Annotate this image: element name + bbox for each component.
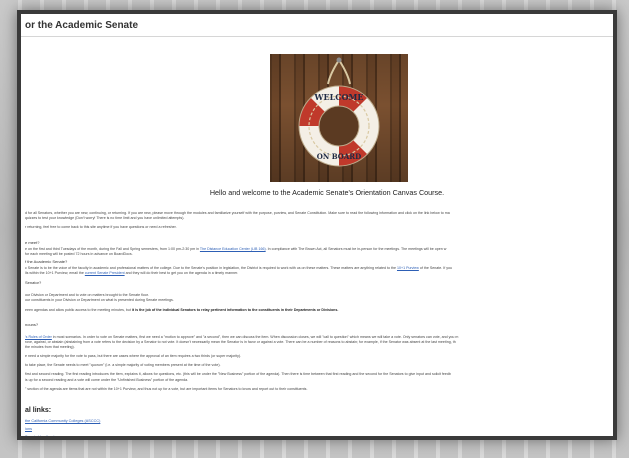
page-title: or the Academic Senate: [25, 20, 139, 31]
title-divider: [21, 36, 613, 37]
ions-link[interactable]: ions: [25, 427, 32, 431]
rules-line-8: " section of the agenda are items that a…: [25, 387, 308, 391]
senate-president-link[interactable]: current Senate President: [85, 271, 125, 275]
distance-ed-center-link[interactable]: The Distance Education Center (LIB 166): [200, 247, 266, 251]
rules-line-2: rove, against, or abstain (abstaining fr…: [25, 340, 456, 344]
section-heading-rules: nouns?: [25, 322, 39, 327]
ring-text-bottom: ON BOARD: [317, 152, 361, 161]
ring-text-top: WELCOME: [314, 92, 364, 102]
rules-line-6: first and second reading. The first read…: [25, 372, 451, 376]
life-ring-icon: WELCOME ON BOARD: [298, 57, 380, 167]
purview-link[interactable]: 10+1 Purview: [397, 266, 419, 270]
section-heading-senator: Senator?: [25, 280, 42, 285]
senator-line-1: our Division or Department and to vote o…: [25, 293, 149, 297]
canvas-page: or the Academic Senate WELCOME ON BOARD …: [21, 14, 613, 436]
rules-line-5: to take place, the Senate needs to meet …: [25, 363, 221, 367]
senator-line-2: our constituents in your Division or Dep…: [25, 298, 174, 302]
welcome-heading: Hello and welcome to the Academic Senate…: [209, 188, 445, 197]
rules-line-7: is up for a second reading and a vote wi…: [25, 378, 189, 382]
meet-line-2: for each meeting will be posted 72 hours…: [25, 252, 133, 256]
welcome-aboard-image: WELCOME ON BOARD: [270, 54, 408, 182]
rules-line-4: e need a simple majority for the vote to…: [25, 354, 242, 358]
screenshot-frame: or the Academic Senate WELCOME ON BOARD …: [17, 10, 617, 440]
section-heading-purpose: f the Academic Senate?: [25, 259, 68, 264]
intro-line-2: quizzes to test your knowledge (Don't wo…: [25, 216, 185, 220]
agenda-line: eeen agendas and allow public access to …: [25, 308, 339, 312]
asccc-link[interactable]: the California Community Colleges (ASCCC…: [25, 419, 100, 423]
rules-line-3: the minutes from that meeting).: [25, 345, 75, 349]
meet-line-1: e on the first and third Tuesdays of the…: [25, 247, 447, 251]
intro-line-3: r returning, feel free to come back to t…: [25, 225, 177, 229]
rules-of-order-link[interactable]: 's Rules of Order: [25, 335, 52, 339]
purpose-line-1: c Senate is to be the voice of the facul…: [25, 266, 453, 270]
senate-handbook-link[interactable]: Senate Handbook: [25, 435, 55, 436]
rules-line-1: 's Rules of Order in most scenarios. In …: [25, 335, 459, 339]
purpose-line-2: lls within the 10+1 Purview, email the c…: [25, 271, 239, 275]
section-heading-meet: e meet?: [25, 240, 40, 245]
additional-links-heading: al links:: [25, 407, 52, 414]
intro-line-1: d for all Senators, whether you are new,…: [25, 211, 450, 215]
